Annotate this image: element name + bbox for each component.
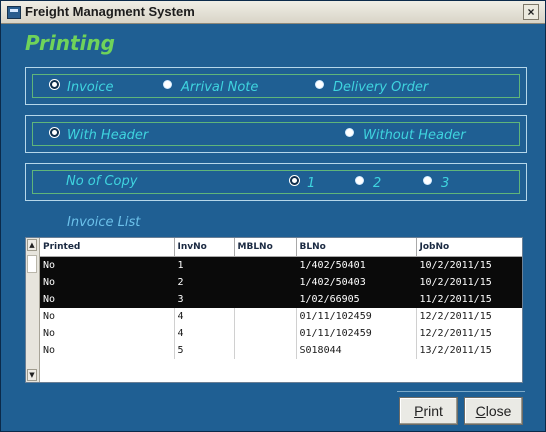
- table-row[interactable]: No 4 01/11/102459 12/2/2011/15: [40, 325, 522, 342]
- page-title: Printing: [25, 31, 115, 55]
- column-header-printed[interactable]: Printed: [40, 238, 175, 257]
- column-header-invno[interactable]: InvNo: [174, 238, 235, 257]
- cell-blno[interactable]: 1/02/66905: [296, 291, 417, 308]
- cell-mblno[interactable]: [234, 274, 297, 291]
- column-header-jobno[interactable]: JobNo: [416, 238, 522, 257]
- radio-button-icon[interactable]: [164, 80, 171, 88]
- table-row[interactable]: No 4 01/11/102459 12/2/2011/15: [40, 308, 522, 325]
- cell-jobno[interactable]: 12/2/2011/15: [416, 308, 522, 325]
- copies-label: No of Copy: [66, 174, 138, 189]
- scroll-thumb[interactable]: [27, 255, 37, 273]
- cell-invno[interactable]: 2: [174, 274, 235, 291]
- radio-delivery-order-label: Delivery Order: [333, 79, 429, 95]
- radio-button-icon[interactable]: [316, 80, 323, 88]
- copies-group: No of Copy 1 2 3: [25, 163, 527, 201]
- column-header-mblno[interactable]: MBLNo: [234, 238, 297, 257]
- radio-copy-1-label: 1: [307, 175, 316, 191]
- print-button[interactable]: Print: [399, 397, 458, 425]
- radio-button-checked-icon[interactable]: [52, 129, 57, 135]
- vertical-scrollbar[interactable]: ▲ ▼: [26, 238, 40, 382]
- window-title: Freight Managment System: [25, 4, 195, 19]
- scroll-down-arrow-icon[interactable]: ▼: [27, 369, 37, 381]
- cell-printed[interactable]: No: [40, 342, 175, 359]
- header-option-group: With Header Without Header: [25, 115, 527, 153]
- radio-copy-1[interactable]: 1: [292, 174, 315, 192]
- table-header-row: Printed InvNo MBLNo BLNo JobNo: [40, 238, 522, 257]
- table-row[interactable]: No 2 1/402/50403 10/2/2011/15: [40, 274, 522, 291]
- radio-arrival-note-label: Arrival Note: [181, 79, 259, 95]
- cell-jobno[interactable]: 10/2/2011/15: [416, 274, 522, 291]
- cell-jobno[interactable]: 12/2/2011/15: [416, 325, 522, 342]
- invoice-list-label: Invoice List: [67, 215, 141, 230]
- radio-copy-3-label: 3: [441, 175, 450, 191]
- cell-blno[interactable]: S018044: [296, 342, 417, 359]
- cell-invno[interactable]: 4: [174, 308, 235, 325]
- cell-invno[interactable]: 5: [174, 342, 235, 359]
- radio-button-icon[interactable]: [356, 176, 363, 184]
- radio-invoice-label: Invoice: [67, 79, 114, 95]
- cell-jobno[interactable]: 10/2/2011/15: [416, 256, 522, 274]
- radio-button-checked-icon[interactable]: [292, 177, 297, 183]
- print-dialog-window: Freight Managment System × Printing Invo…: [0, 0, 546, 432]
- radio-arrival-note[interactable]: Arrival Note: [164, 78, 258, 96]
- radio-without-header-label: Without Header: [363, 127, 466, 143]
- column-header-blno[interactable]: BLNo: [296, 238, 417, 257]
- cell-jobno[interactable]: 13/2/2011/15: [416, 342, 522, 359]
- radio-copy-2[interactable]: 2: [356, 174, 381, 192]
- cell-printed[interactable]: No: [40, 325, 175, 342]
- radio-button-icon[interactable]: [346, 128, 353, 136]
- cell-invno[interactable]: 1: [174, 256, 235, 274]
- document-type-group: Invoice Arrival Note Delivery Order: [25, 67, 527, 105]
- cell-blno[interactable]: 01/11/102459: [296, 325, 417, 342]
- invoice-table: Printed InvNo MBLNo BLNo JobNo No 1 1/40…: [40, 238, 522, 359]
- scroll-up-arrow-icon[interactable]: ▲: [27, 239, 37, 251]
- close-button-mnemonic: C: [475, 403, 486, 419]
- radio-delivery-order[interactable]: Delivery Order: [316, 78, 428, 96]
- button-area-divider: [397, 391, 525, 392]
- cell-mblno[interactable]: [234, 325, 297, 342]
- close-button-label: lose: [485, 403, 512, 419]
- cell-invno[interactable]: 4: [174, 325, 235, 342]
- title-bar[interactable]: Freight Managment System ×: [1, 1, 545, 24]
- cell-jobno[interactable]: 11/2/2011/15: [416, 291, 522, 308]
- radio-copy-3[interactable]: 3: [424, 174, 449, 192]
- table-row[interactable]: No 1 1/402/50401 10/2/2011/15: [40, 256, 522, 274]
- cell-blno[interactable]: 1/402/50401: [296, 256, 417, 274]
- print-button-label: rint: [423, 403, 443, 419]
- close-icon[interactable]: ×: [523, 4, 539, 20]
- table-row[interactable]: No 3 1/02/66905 11/2/2011/15: [40, 291, 522, 308]
- cell-printed[interactable]: No: [40, 274, 175, 291]
- cell-mblno[interactable]: [234, 291, 297, 308]
- radio-copy-2-label: 2: [373, 175, 382, 191]
- invoice-list-grid[interactable]: ▲ ▼ Printed InvNo MBLNo BLNo JobNo No 1 …: [25, 237, 523, 383]
- cell-mblno[interactable]: [234, 308, 297, 325]
- table-row[interactable]: No 5 S018044 13/2/2011/15: [40, 342, 522, 359]
- radio-button-icon[interactable]: [424, 176, 431, 184]
- print-button-mnemonic: P: [414, 403, 424, 419]
- radio-with-header-label: With Header: [67, 127, 149, 143]
- cell-mblno[interactable]: [234, 342, 297, 359]
- radio-invoice[interactable]: Invoice: [52, 78, 113, 96]
- cell-printed[interactable]: No: [40, 308, 175, 325]
- cell-blno[interactable]: 01/11/102459: [296, 308, 417, 325]
- radio-without-header[interactable]: Without Header: [346, 126, 466, 144]
- cell-printed[interactable]: No: [40, 256, 175, 274]
- close-button[interactable]: Close: [464, 397, 523, 425]
- cell-invno[interactable]: 3: [174, 291, 235, 308]
- app-window-icon: [7, 6, 21, 19]
- radio-with-header[interactable]: With Header: [52, 126, 148, 144]
- cell-printed[interactable]: No: [40, 291, 175, 308]
- cell-blno[interactable]: 1/402/50403: [296, 274, 417, 291]
- radio-button-checked-icon[interactable]: [52, 81, 57, 87]
- cell-mblno[interactable]: [234, 256, 297, 274]
